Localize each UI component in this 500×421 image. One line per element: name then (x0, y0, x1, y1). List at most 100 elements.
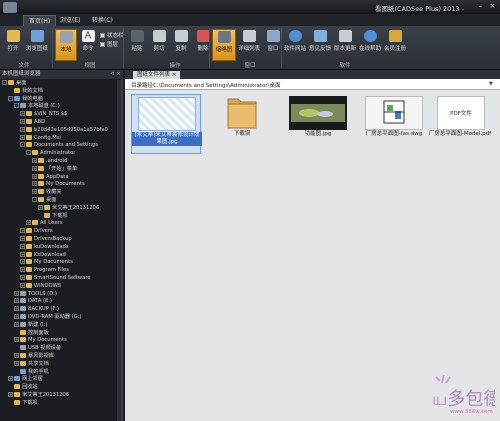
expand-toggle-icon[interactable]: - (26, 150, 31, 156)
expand-toggle-icon[interactable]: + (32, 173, 37, 179)
command-button[interactable]: A 命令 (77, 29, 99, 61)
minimize-button[interactable]: – (476, 2, 485, 11)
expand-toggle-icon[interactable]: + (14, 306, 19, 312)
tree-node[interactable]: + KsDownload (20, 251, 66, 259)
tree-node[interactable]: + 网上邻居 (8, 376, 43, 383)
tree-node[interactable]: + My Documents (14, 337, 67, 344)
expand-toggle-icon[interactable]: - (8, 95, 13, 101)
tree-node[interactable]: - 我的电脑 (8, 95, 43, 103)
delete-button[interactable]: 删除 (192, 29, 214, 61)
expand-toggle-icon[interactable]: + (20, 282, 25, 288)
tree-node[interactable]: + 米艾蒂王20131206 (38, 204, 99, 212)
expand-toggle-icon[interactable]: + (32, 158, 37, 163)
version-update-button[interactable]: 版本更新 (333, 29, 357, 61)
expand-toggle-icon[interactable]: + (20, 251, 25, 257)
tree-node[interactable]: + My Documents (20, 259, 73, 266)
expand-toggle-icon[interactable]: + (8, 376, 13, 382)
expand-toggle-icon[interactable]: + (14, 290, 19, 296)
expand-toggle-icon[interactable]: + (38, 204, 43, 210)
expand-toggle-icon[interactable]: + (26, 220, 31, 226)
tab-home[interactable]: 首页(H) (23, 15, 57, 26)
tree-node[interactable]: - 桌面 (32, 197, 56, 204)
expand-toggle-icon[interactable]: + (20, 134, 25, 140)
chevron-down-icon[interactable]: ▼ (489, 81, 496, 88)
file-tile[interactable]: 厂房总平面图-fas.dwg (359, 94, 429, 154)
tree-node[interactable]: 下载坝 (8, 399, 38, 407)
copy-button[interactable]: 复制 (170, 29, 192, 61)
tab-browse[interactable]: 浏览(E) (55, 15, 85, 26)
tree-node[interactable]: + $VIN_NTS $$ (20, 111, 67, 118)
expand-toggle-icon[interactable]: + (20, 119, 25, 124)
browse-drawings-button[interactable]: 浏览图纸 (24, 29, 50, 61)
tree-node[interactable]: + 新建 (I:) (14, 321, 47, 329)
cut-button[interactable]: 剪切 (148, 29, 170, 61)
tree-node[interactable]: + ABD (20, 119, 45, 126)
tree-node[interactable]: 我的手机 (14, 368, 49, 376)
file-tile[interactable]: 功能图.jpg (283, 94, 353, 154)
detail-list-button[interactable]: 详细列表 (237, 29, 261, 61)
expand-toggle-icon[interactable]: + (20, 236, 25, 241)
tree-node[interactable]: + SmartSound Software (20, 275, 91, 282)
tree-node[interactable]: - Administrator (26, 150, 75, 157)
expand-toggle-icon[interactable]: - (2, 80, 7, 85)
expand-toggle-icon[interactable]: + (32, 181, 37, 187)
expand-toggle-icon[interactable]: + (20, 243, 25, 249)
tree-node[interactable]: 控制面板 (14, 329, 49, 337)
expand-toggle-icon[interactable]: - (32, 197, 37, 202)
tree-node[interactable]: USB 视频设备 (14, 345, 61, 352)
thumbnail-view-button[interactable]: 缩略图 (212, 29, 236, 61)
expand-toggle-icon[interactable]: + (14, 321, 19, 327)
close-button[interactable]: × (488, 2, 497, 11)
file-tile[interactable]: [米艾蒂]米艾蒂装修设计效果图.jpg (131, 94, 202, 154)
paste-button[interactable]: 粘贴 (126, 29, 148, 61)
expand-toggle-icon[interactable]: + (14, 337, 19, 343)
expand-toggle-icon[interactable]: + (20, 267, 25, 273)
open-button[interactable]: 打开 (2, 29, 24, 61)
tree-node[interactable]: 我的文档 (8, 87, 43, 95)
file-tile[interactable]: PDF文件 厂房总平面图-Model.pdf (425, 94, 495, 154)
expand-toggle-icon[interactable]: + (8, 392, 13, 397)
tree-node[interactable]: - Documents and Settings (20, 142, 98, 149)
expand-toggle-icon[interactable]: + (14, 298, 19, 304)
expand-toggle-icon[interactable]: - (14, 103, 19, 109)
tree-node[interactable]: + AppData (32, 173, 69, 181)
tree-node[interactable]: 下载坝 (38, 212, 68, 220)
expand-toggle-icon[interactable]: + (14, 314, 19, 319)
tree-node[interactable]: + DriversBackup (20, 236, 72, 243)
tree-scrollbar[interactable] (117, 80, 121, 421)
tree-node[interactable]: + kuDownloads (20, 243, 69, 251)
tree-node[interactable]: + DATA (E:) (14, 298, 52, 305)
feedback-button[interactable]: 意见反馈 (308, 29, 332, 61)
tree-node[interactable]: + Program Files (20, 267, 69, 274)
tree-node[interactable]: + All Users (26, 220, 63, 227)
pin-icon[interactable]: ⊲ × (110, 70, 121, 79)
statusbar-checkbox[interactable]: 状态栏 (100, 31, 124, 39)
path-input[interactable]: C:\Documents and Settings\Administrator\… (153, 81, 281, 89)
file-tile[interactable]: 下载坝 (207, 94, 277, 154)
expand-toggle-icon[interactable]: + (20, 111, 25, 117)
expand-toggle-icon[interactable]: + (32, 189, 37, 195)
tree-node[interactable]: + TOOLS (D:) (14, 290, 57, 298)
tree-node[interactable]: + 暴风影视库 (14, 353, 54, 360)
tree-node[interactable]: + 共享文档 (14, 360, 49, 368)
tree-node[interactable]: + Drivers (20, 228, 53, 235)
expand-toggle-icon[interactable]: + (32, 165, 37, 171)
online-help-button[interactable]: 在线帮助 (358, 29, 382, 61)
expand-toggle-icon[interactable]: - (20, 142, 25, 148)
layer-checkbox[interactable]: 图层 (100, 40, 118, 48)
expand-toggle-icon[interactable]: + (20, 228, 25, 234)
tree-node[interactable]: - 本地磁盘 (C:) (14, 103, 60, 110)
tab-convert[interactable]: 转换(C) (87, 15, 118, 26)
member-register-button[interactable]: 会员注册 (383, 29, 407, 61)
expand-toggle-icon[interactable]: + (20, 275, 25, 280)
tree-node[interactable]: + DVD-RAM 驱动器 (G:) (14, 314, 81, 321)
tree-node[interactable]: + 「开始」菜单 (32, 165, 77, 173)
tree-node[interactable]: + 收藏夹 (32, 189, 62, 196)
software-website-button[interactable]: 软件网站 (283, 29, 307, 61)
expand-toggle-icon[interactable]: + (14, 360, 19, 366)
tree-node[interactable]: + WINDOWS (20, 282, 61, 290)
local-button[interactable]: 本地 (55, 29, 77, 61)
tree-node[interactable]: + .android (32, 158, 67, 165)
expand-toggle-icon[interactable]: + (20, 259, 25, 265)
tree-node[interactable]: + 米艾蒂王20131206 (8, 392, 69, 399)
